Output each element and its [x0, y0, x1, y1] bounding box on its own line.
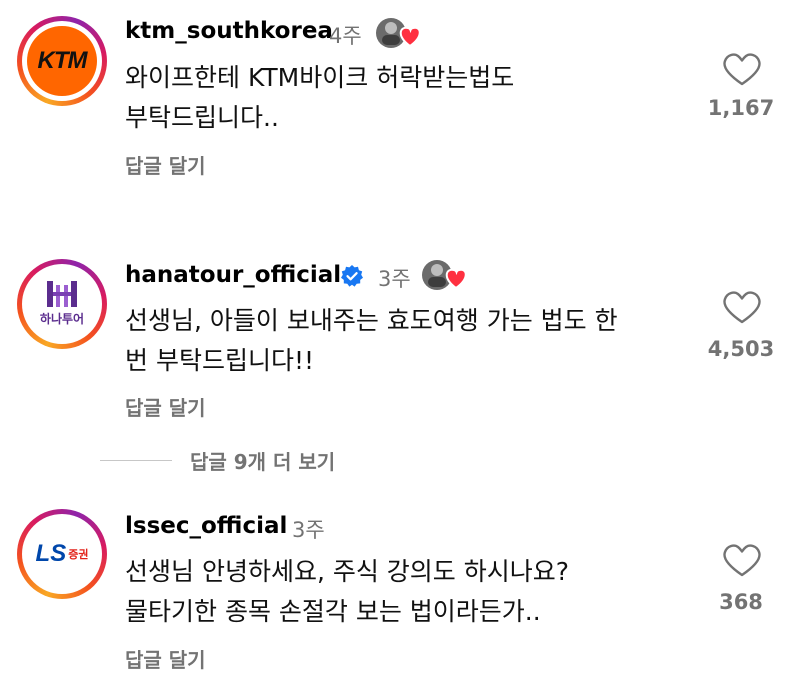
avatar[interactable]: LS 증권	[17, 509, 107, 599]
ls-securities-wordmark: 증권	[68, 548, 89, 561]
comment-time: 3주	[292, 518, 325, 542]
comment-text: 선생님 안녕하세요, 주식 강의도 하시나요? 물타기한 종목 손절각 보는 법…	[125, 557, 570, 626]
ls-logo: LS	[35, 540, 67, 567]
comment-username[interactable]: lssec_official	[125, 513, 287, 539]
comment-item: LS 증권 lssec_official 3주 선생님 안녕하세요, 주식 강의…	[0, 0, 806, 693]
like-count: 368	[719, 590, 763, 614]
like-heart-icon[interactable]	[722, 543, 762, 579]
reply-button[interactable]: 답글 달기	[125, 644, 206, 673]
